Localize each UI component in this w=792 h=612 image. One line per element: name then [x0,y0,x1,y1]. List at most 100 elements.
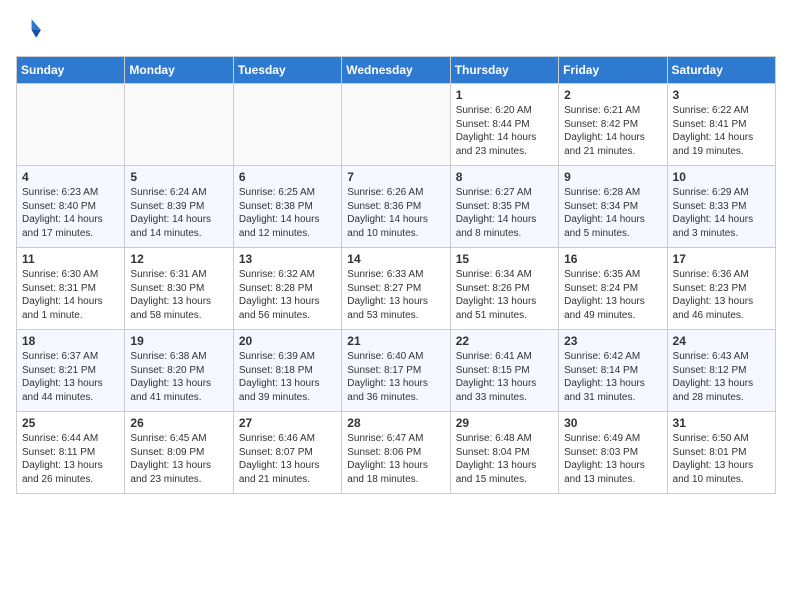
day-of-week-header: Thursday [450,57,558,84]
logo-icon [16,16,44,44]
calendar-day-cell: 12 Sunrise: 6:31 AM Sunset: 8:30 PM Dayli… [125,248,233,330]
day-info: Sunrise: 6:25 AM Sunset: 8:38 PM Dayligh… [239,186,336,240]
day-number: 22 [456,334,553,348]
calendar-day-cell: 10 Sunrise: 6:29 AM Sunset: 8:33 PM Dayli… [667,166,775,248]
day-info: Sunrise: 6:50 AM Sunset: 8:01 PM Dayligh… [673,432,770,486]
calendar-day-cell: 6 Sunrise: 6:25 AM Sunset: 8:38 PM Daylig… [233,166,341,248]
day-info: Sunrise: 6:29 AM Sunset: 8:33 PM Dayligh… [673,186,770,240]
day-info: Sunrise: 6:30 AM Sunset: 8:31 PM Dayligh… [22,268,119,322]
calendar-day-cell: 23 Sunrise: 6:42 AM Sunset: 8:14 PM Dayli… [559,330,667,412]
calendar-header-row: SundayMondayTuesdayWednesdayThursdayFrid… [17,57,776,84]
calendar-day-cell: 9Sunrise: 6:28 AM Sunset: 8:34 PM Daylig… [559,166,667,248]
day-number: 8 [456,170,553,184]
calendar-week-row: 1Sunrise: 6:20 AM Sunset: 8:44 PM Daylig… [17,84,776,166]
day-number: 18 [22,334,119,348]
day-number: 9 [564,170,661,184]
day-of-week-header: Sunday [17,57,125,84]
day-number: 24 [673,334,770,348]
day-number: 31 [673,416,770,430]
day-info: Sunrise: 6:22 AM Sunset: 8:41 PM Dayligh… [673,104,770,158]
calendar-day-cell: 13Sunrise: 6:32 AM Sunset: 8:28 PM Dayli… [233,248,341,330]
day-info: Sunrise: 6:26 AM Sunset: 8:36 PM Dayligh… [347,186,444,240]
day-number: 14 [347,252,444,266]
day-info: Sunrise: 6:46 AM Sunset: 8:07 PM Dayligh… [239,432,336,486]
calendar-week-row: 11 Sunrise: 6:30 AM Sunset: 8:31 PM Dayli… [17,248,776,330]
day-info: Sunrise: 6:21 AM Sunset: 8:42 PM Dayligh… [564,104,661,158]
calendar-day-cell: 30Sunrise: 6:49 AM Sunset: 8:03 PM Dayli… [559,412,667,494]
calendar-day-cell: 26Sunrise: 6:45 AM Sunset: 8:09 PM Dayli… [125,412,233,494]
calendar-day-cell: 3 Sunrise: 6:22 AM Sunset: 8:41 PM Daylig… [667,84,775,166]
day-number: 25 [22,416,119,430]
day-info: Sunrise: 6:33 AM Sunset: 8:27 PM Dayligh… [347,268,444,322]
day-number: 17 [673,252,770,266]
day-info: Sunrise: 6:42 AM Sunset: 8:14 PM Dayligh… [564,350,661,404]
day-of-week-header: Monday [125,57,233,84]
calendar-day-cell [342,84,450,166]
calendar-day-cell: 28Sunrise: 6:47 AM Sunset: 8:06 PM Dayli… [342,412,450,494]
day-info: Sunrise: 6:48 AM Sunset: 8:04 PM Dayligh… [456,432,553,486]
calendar-table: SundayMondayTuesdayWednesdayThursdayFrid… [16,56,776,494]
day-info: Sunrise: 6:41 AM Sunset: 8:15 PM Dayligh… [456,350,553,404]
day-number: 3 [673,88,770,102]
day-info: Sunrise: 6:47 AM Sunset: 8:06 PM Dayligh… [347,432,444,486]
calendar-day-cell [17,84,125,166]
day-info: Sunrise: 6:40 AM Sunset: 8:17 PM Dayligh… [347,350,444,404]
day-number: 26 [130,416,227,430]
day-number: 23 [564,334,661,348]
calendar-day-cell: 18 Sunrise: 6:37 AM Sunset: 8:21 PM Dayli… [17,330,125,412]
day-info: Sunrise: 6:39 AM Sunset: 8:18 PM Dayligh… [239,350,336,404]
day-of-week-header: Saturday [667,57,775,84]
day-info: Sunrise: 6:43 AM Sunset: 8:12 PM Dayligh… [673,350,770,404]
day-of-week-header: Friday [559,57,667,84]
calendar-day-cell: 4 Sunrise: 6:23 AM Sunset: 8:40 PM Daylig… [17,166,125,248]
day-info: Sunrise: 6:36 AM Sunset: 8:23 PM Dayligh… [673,268,770,322]
day-info: Sunrise: 6:38 AM Sunset: 8:20 PM Dayligh… [130,350,227,404]
day-number: 12 [130,252,227,266]
day-number: 6 [239,170,336,184]
calendar-day-cell: 20Sunrise: 6:39 AM Sunset: 8:18 PM Dayli… [233,330,341,412]
calendar-day-cell: 27 Sunrise: 6:46 AM Sunset: 8:07 PM Dayli… [233,412,341,494]
calendar-day-cell: 5Sunrise: 6:24 AM Sunset: 8:39 PM Daylig… [125,166,233,248]
calendar-day-cell: 21 Sunrise: 6:40 AM Sunset: 8:17 PM Dayli… [342,330,450,412]
day-number: 21 [347,334,444,348]
day-info: Sunrise: 6:34 AM Sunset: 8:26 PM Dayligh… [456,268,553,322]
day-number: 13 [239,252,336,266]
day-number: 30 [564,416,661,430]
day-number: 11 [22,252,119,266]
calendar-day-cell: 2Sunrise: 6:21 AM Sunset: 8:42 PM Daylig… [559,84,667,166]
day-number: 19 [130,334,227,348]
page-header [16,16,776,44]
calendar-day-cell: 24 Sunrise: 6:43 AM Sunset: 8:12 PM Dayli… [667,330,775,412]
calendar-day-cell: 31 Sunrise: 6:50 AM Sunset: 8:01 PM Dayli… [667,412,775,494]
day-number: 10 [673,170,770,184]
day-number: 15 [456,252,553,266]
calendar-day-cell: 15 Sunrise: 6:34 AM Sunset: 8:26 PM Dayli… [450,248,558,330]
day-number: 27 [239,416,336,430]
calendar-day-cell: 8 Sunrise: 6:27 AM Sunset: 8:35 PM Daylig… [450,166,558,248]
calendar-day-cell: 17 Sunrise: 6:36 AM Sunset: 8:23 PM Dayli… [667,248,775,330]
day-number: 7 [347,170,444,184]
calendar-day-cell: 29Sunrise: 6:48 AM Sunset: 8:04 PM Dayli… [450,412,558,494]
day-info: Sunrise: 6:23 AM Sunset: 8:40 PM Dayligh… [22,186,119,240]
calendar-day-cell [233,84,341,166]
calendar-day-cell: 22 Sunrise: 6:41 AM Sunset: 8:15 PM Dayli… [450,330,558,412]
calendar-day-cell: 19 Sunrise: 6:38 AM Sunset: 8:20 PM Dayli… [125,330,233,412]
day-info: Sunrise: 6:27 AM Sunset: 8:35 PM Dayligh… [456,186,553,240]
calendar-day-cell: 14 Sunrise: 6:33 AM Sunset: 8:27 PM Dayli… [342,248,450,330]
day-info: Sunrise: 6:44 AM Sunset: 8:11 PM Dayligh… [22,432,119,486]
day-info: Sunrise: 6:31 AM Sunset: 8:30 PM Dayligh… [130,268,227,322]
calendar-day-cell: 16Sunrise: 6:35 AM Sunset: 8:24 PM Dayli… [559,248,667,330]
day-of-week-header: Tuesday [233,57,341,84]
day-number: 4 [22,170,119,184]
day-number: 1 [456,88,553,102]
calendar-day-cell: 11 Sunrise: 6:30 AM Sunset: 8:31 PM Dayli… [17,248,125,330]
calendar-day-cell: 1Sunrise: 6:20 AM Sunset: 8:44 PM Daylig… [450,84,558,166]
day-info: Sunrise: 6:35 AM Sunset: 8:24 PM Dayligh… [564,268,661,322]
day-of-week-header: Wednesday [342,57,450,84]
day-info: Sunrise: 6:37 AM Sunset: 8:21 PM Dayligh… [22,350,119,404]
logo [16,16,48,44]
calendar-week-row: 18 Sunrise: 6:37 AM Sunset: 8:21 PM Dayli… [17,330,776,412]
calendar-week-row: 25 Sunrise: 6:44 AM Sunset: 8:11 PM Dayli… [17,412,776,494]
day-number: 5 [130,170,227,184]
calendar-day-cell [125,84,233,166]
